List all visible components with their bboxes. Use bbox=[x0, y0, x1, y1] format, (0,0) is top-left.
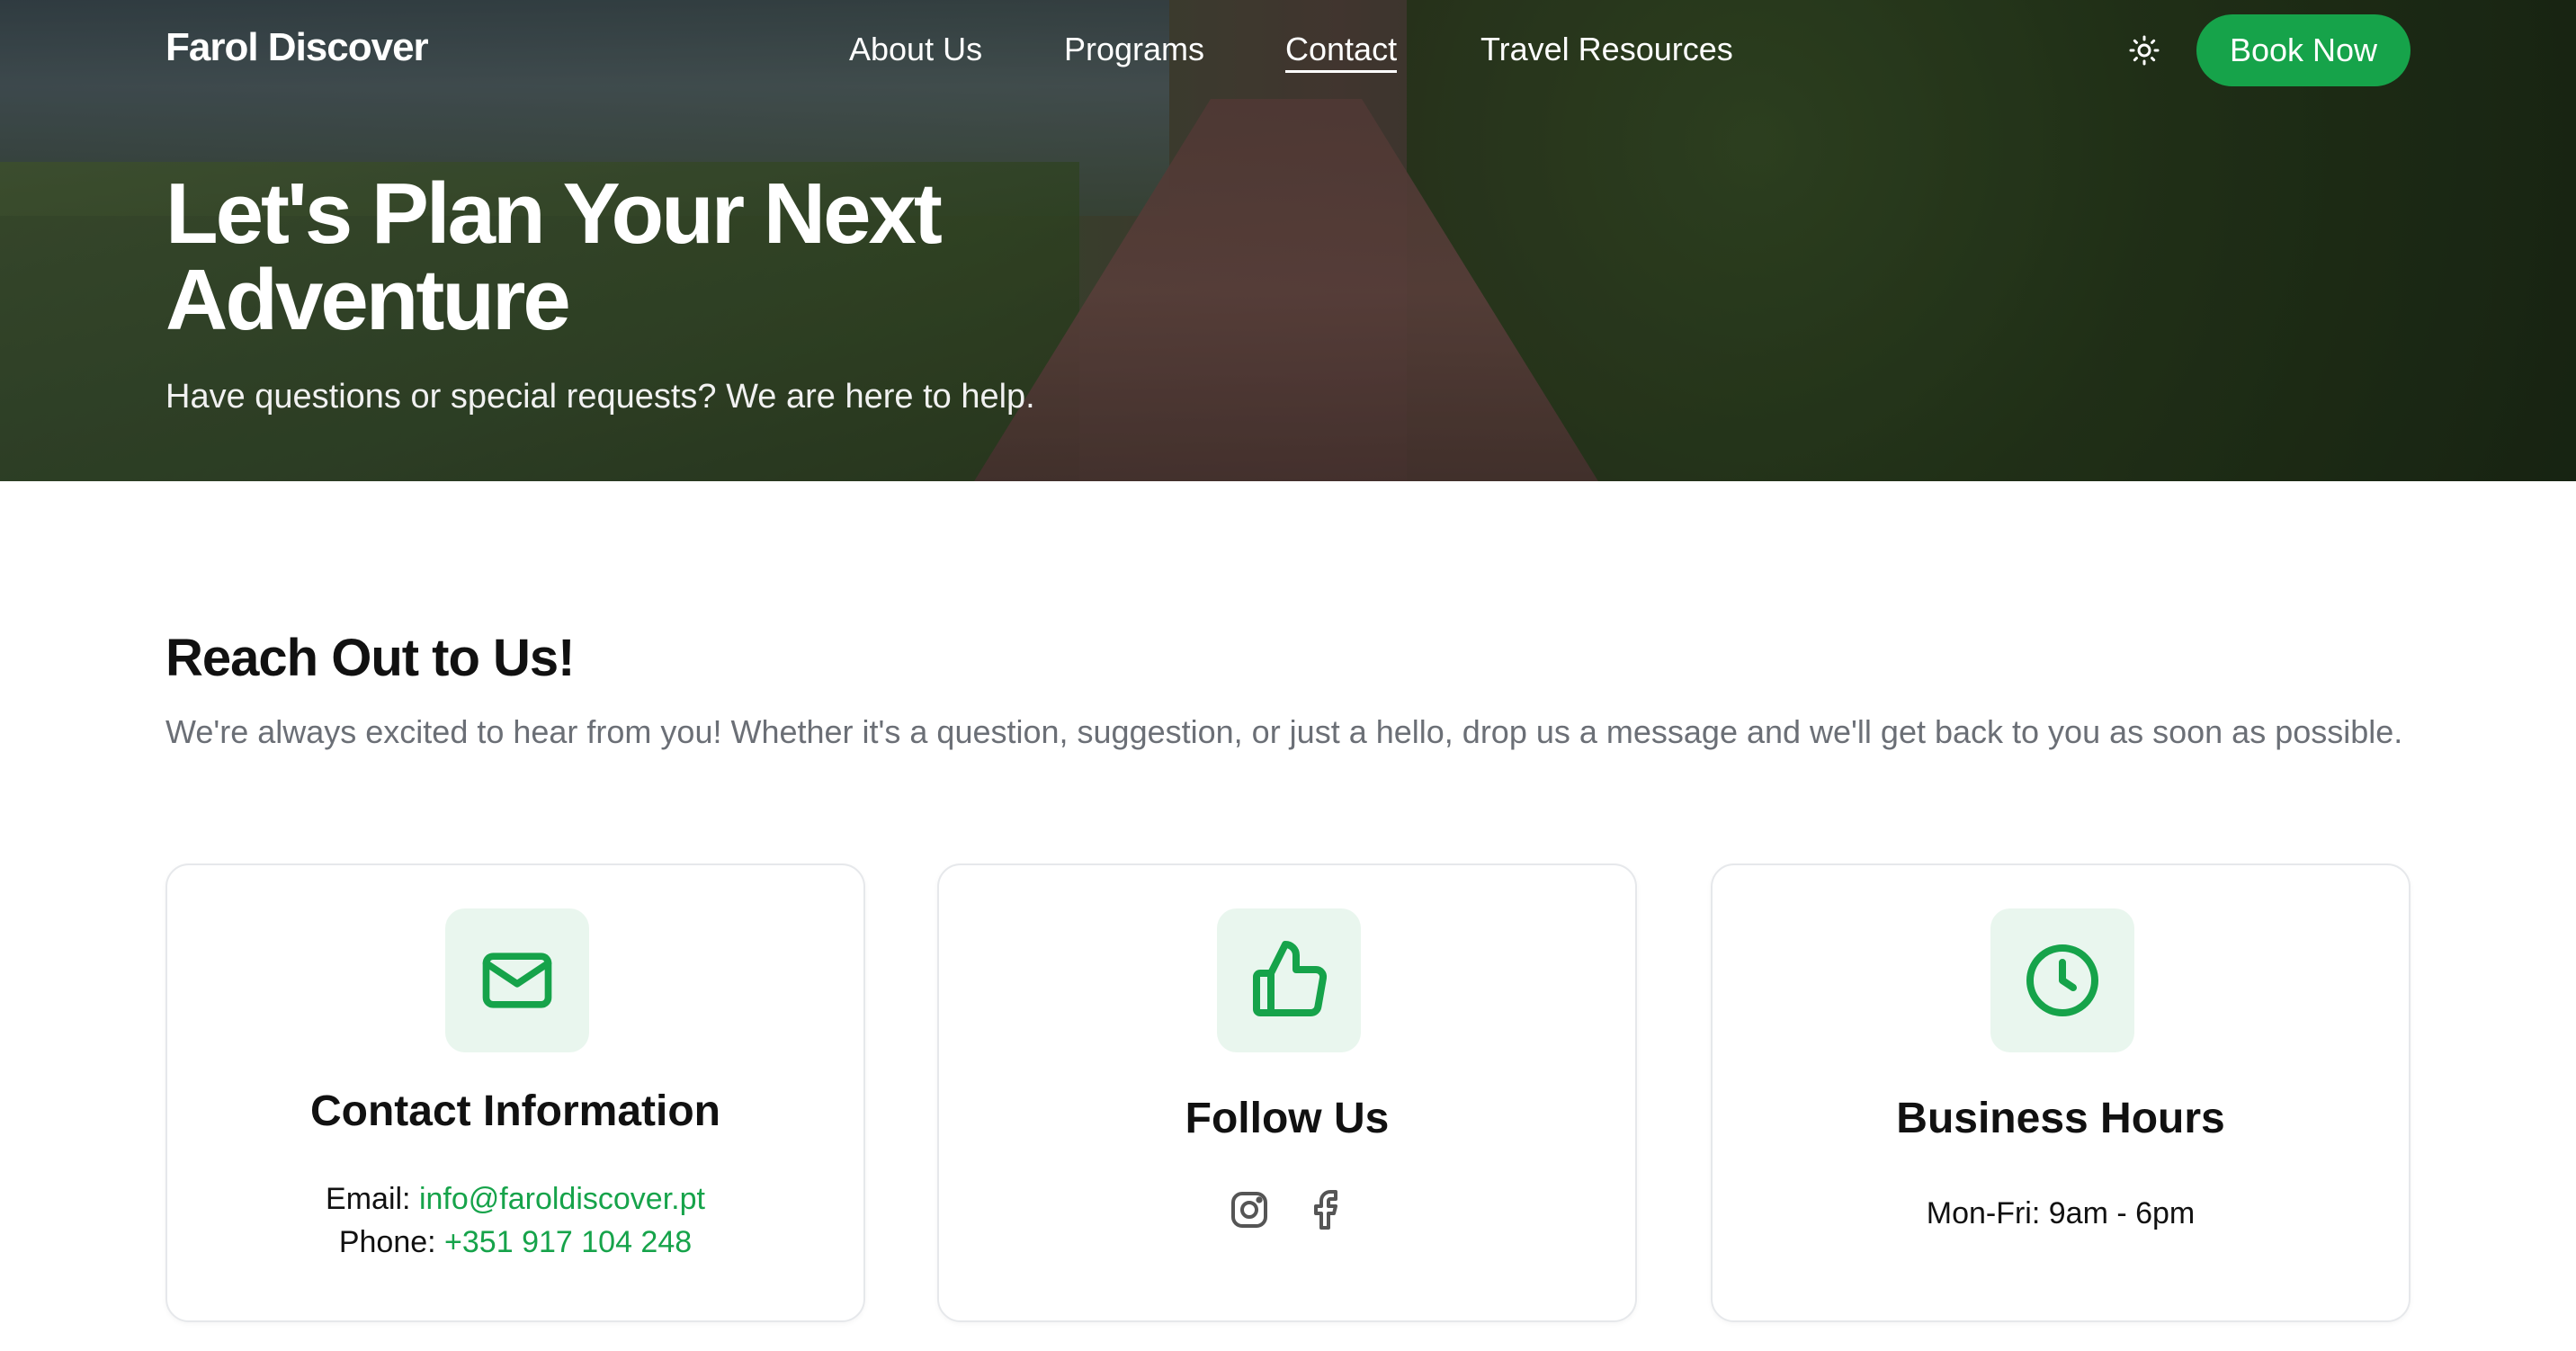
hero-banner: Farol Discover About Us Programs Contact… bbox=[0, 0, 2576, 481]
sun-icon bbox=[2129, 35, 2160, 66]
top-nav: Farol Discover About Us Programs Contact… bbox=[0, 0, 2576, 101]
follow-card-title: Follow Us bbox=[1185, 1095, 1390, 1142]
book-now-button[interactable]: Book Now bbox=[2196, 14, 2411, 86]
phone-link[interactable]: +351 917 104 248 bbox=[444, 1225, 692, 1259]
nav-link-travel-resources[interactable]: Travel Resources bbox=[1480, 31, 1733, 68]
hero-title-line-2: Adventure bbox=[165, 252, 571, 348]
section-title: Reach Out to Us! bbox=[165, 629, 575, 687]
contact-card-title: Contact Information bbox=[310, 1087, 720, 1135]
phone-label: Phone: bbox=[338, 1225, 436, 1259]
hero-subtitle: Have questions or special requests? We a… bbox=[165, 378, 1035, 416]
hero-title: Let's Plan Your Next Adventure bbox=[165, 171, 1245, 344]
nav-link-about[interactable]: About Us bbox=[849, 31, 982, 68]
theme-toggle-button[interactable] bbox=[2126, 32, 2162, 68]
instagram-icon bbox=[1231, 1192, 1267, 1228]
hero-title-line-1: Let's Plan Your Next bbox=[165, 166, 943, 262]
hours-text: Mon-Fri: 9am - 6pm bbox=[1926, 1196, 2196, 1230]
mail-icon bbox=[482, 953, 552, 1008]
follow-icon-tile bbox=[1217, 908, 1361, 1052]
facebook-link[interactable] bbox=[1302, 1187, 1347, 1232]
hours-icon-tile bbox=[1990, 908, 2134, 1052]
email-link[interactable]: info@faroldiscover.pt bbox=[419, 1182, 705, 1216]
business-hours-card: Business Hours Mon-Fri: 9am - 6pm bbox=[1711, 863, 2411, 1322]
nav-link-programs[interactable]: Programs bbox=[1064, 31, 1204, 68]
section-description: We're always excited to hear from you! W… bbox=[165, 713, 2403, 750]
email-label: Email: bbox=[326, 1182, 411, 1216]
brand-logo[interactable]: Farol Discover bbox=[165, 25, 429, 70]
contact-icon-tile bbox=[445, 908, 589, 1052]
social-links bbox=[939, 1187, 1635, 1232]
hours-card-title: Business Hours bbox=[1896, 1095, 2225, 1142]
follow-us-card: Follow Us bbox=[937, 863, 1637, 1322]
clock-icon bbox=[2026, 944, 2098, 1016]
facebook-icon bbox=[1314, 1190, 1337, 1230]
phone-row: Phone: +351 917 104 248 bbox=[167, 1225, 863, 1260]
contact-info-card: Contact Information Email: info@faroldis… bbox=[165, 863, 865, 1322]
instagram-link[interactable] bbox=[1227, 1187, 1272, 1232]
thumbs-up-icon bbox=[1253, 941, 1328, 1016]
nav-link-contact[interactable]: Contact bbox=[1285, 31, 1398, 73]
email-row: Email: info@faroldiscover.pt bbox=[167, 1182, 863, 1217]
